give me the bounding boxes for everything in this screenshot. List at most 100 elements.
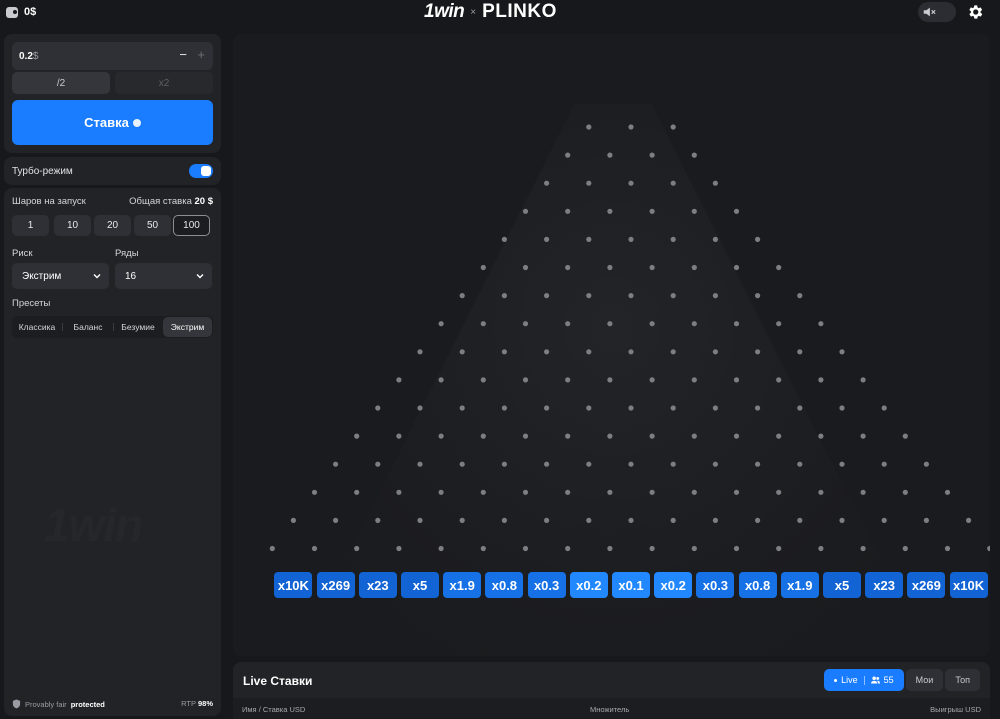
multiplier-slot: x23: [358, 572, 397, 598]
peg: [311, 545, 318, 552]
peg: [649, 433, 655, 439]
peg: [733, 545, 740, 552]
double-bet-button[interactable]: x2: [115, 72, 213, 94]
peg: [881, 517, 887, 523]
peg: [987, 545, 990, 552]
risk-select[interactable]: Экстрим: [12, 263, 109, 289]
sound-toggle[interactable]: [918, 2, 956, 22]
peg: [544, 293, 550, 299]
peg: [607, 489, 613, 495]
peg: [522, 489, 529, 495]
peg: [396, 433, 402, 439]
peg: [522, 377, 529, 383]
risk-select-value: Экстрим: [22, 270, 62, 282]
peg: [438, 433, 444, 439]
bet-amount-value: 0.2: [19, 50, 33, 62]
place-bet-label: Ставка: [84, 115, 129, 130]
peg: [776, 545, 782, 552]
peg: [733, 264, 740, 271]
wallet[interactable]: 0$: [6, 6, 36, 18]
gear-icon[interactable]: [966, 3, 984, 21]
turbo-mode-toggle[interactable]: [189, 164, 213, 178]
peg: [522, 545, 529, 552]
peg: [417, 405, 423, 411]
balls-option-1[interactable]: 1: [12, 215, 49, 236]
multiplier-slot: x0.2: [654, 572, 693, 598]
peg: [438, 377, 444, 383]
peg: [607, 208, 613, 214]
bet-amount-input[interactable]: 0.2 $ − +: [12, 42, 213, 70]
logo-separator: ×: [470, 6, 477, 18]
multiplier-slot: x10K: [949, 572, 988, 598]
peg: [459, 405, 465, 411]
peg: [565, 377, 571, 383]
increase-bet-button[interactable]: +: [197, 48, 205, 62]
preset-madness[interactable]: Безумие: [114, 316, 162, 338]
peg: [818, 545, 824, 552]
peg: [670, 180, 676, 186]
peg: [818, 433, 824, 439]
peg: [565, 208, 571, 214]
tab-mine[interactable]: Мои: [905, 669, 944, 691]
balls-option-50[interactable]: 50: [134, 215, 171, 236]
preset-classic[interactable]: Классика: [12, 316, 62, 338]
peg: [628, 349, 634, 355]
balls-option-10[interactable]: 10: [54, 215, 91, 236]
decrease-bet-button[interactable]: −: [179, 48, 187, 62]
preset-extreme[interactable]: Экстрим: [163, 317, 212, 337]
peg: [333, 517, 339, 523]
preset-balance[interactable]: Баланс: [63, 316, 113, 338]
peg: [755, 236, 761, 242]
balls-option-100[interactable]: 100: [173, 215, 210, 236]
total-bet-label: Общая ставка: [129, 196, 192, 207]
peg-field: [269, 124, 990, 552]
peg: [670, 517, 676, 523]
presets-segmented-control: Классика Баланс Безумие Экстрим: [12, 316, 213, 338]
peg: [522, 208, 529, 214]
peg: [438, 545, 444, 552]
peg: [755, 349, 761, 355]
coin-icon: [132, 118, 141, 127]
multiplier-slot: x5: [401, 572, 439, 598]
peg: [586, 349, 592, 355]
multiplier-slot: x23: [865, 572, 904, 598]
peg: [607, 152, 613, 158]
multiplier-slot: x10K: [274, 572, 313, 598]
balls-per-launch-label: Шаров на запуск: [12, 196, 86, 207]
place-bet-button[interactable]: Ставка: [12, 100, 213, 145]
brand-watermark: 1win: [44, 499, 143, 551]
risk-label: Риск: [12, 248, 33, 259]
tab-live-label: Live: [841, 675, 858, 685]
peg: [670, 293, 676, 299]
peg: [712, 349, 718, 355]
peg: [902, 489, 908, 495]
peg: [501, 405, 507, 411]
peg: [818, 321, 824, 327]
peg: [628, 180, 634, 186]
peg: [311, 489, 318, 495]
peg: [712, 461, 718, 467]
peg: [755, 517, 761, 523]
live-dot-icon: [834, 678, 838, 682]
peg: [628, 236, 634, 242]
tab-top[interactable]: Топ: [945, 669, 980, 691]
half-bet-button[interactable]: /2: [12, 72, 110, 94]
balls-option-20[interactable]: 20: [94, 215, 131, 236]
peg: [649, 208, 655, 214]
provably-fair-badge[interactable]: Provably fair protected: [12, 699, 105, 709]
turbo-mode-row: Турбо-режим: [4, 157, 221, 185]
rows-select[interactable]: 16: [115, 263, 212, 289]
rtp-readout: RTP 98%: [181, 699, 213, 708]
total-bet-value: 20 $: [194, 196, 214, 207]
peg: [797, 461, 803, 467]
peg: [290, 517, 296, 523]
wallet-icon: [6, 6, 18, 18]
tab-live[interactable]: Live 55: [824, 669, 904, 691]
peg: [480, 321, 486, 327]
peg: [607, 545, 613, 552]
peg: [501, 349, 507, 355]
peg: [797, 293, 803, 299]
peg: [544, 180, 550, 186]
peg: [649, 152, 655, 158]
peg: [860, 489, 866, 495]
